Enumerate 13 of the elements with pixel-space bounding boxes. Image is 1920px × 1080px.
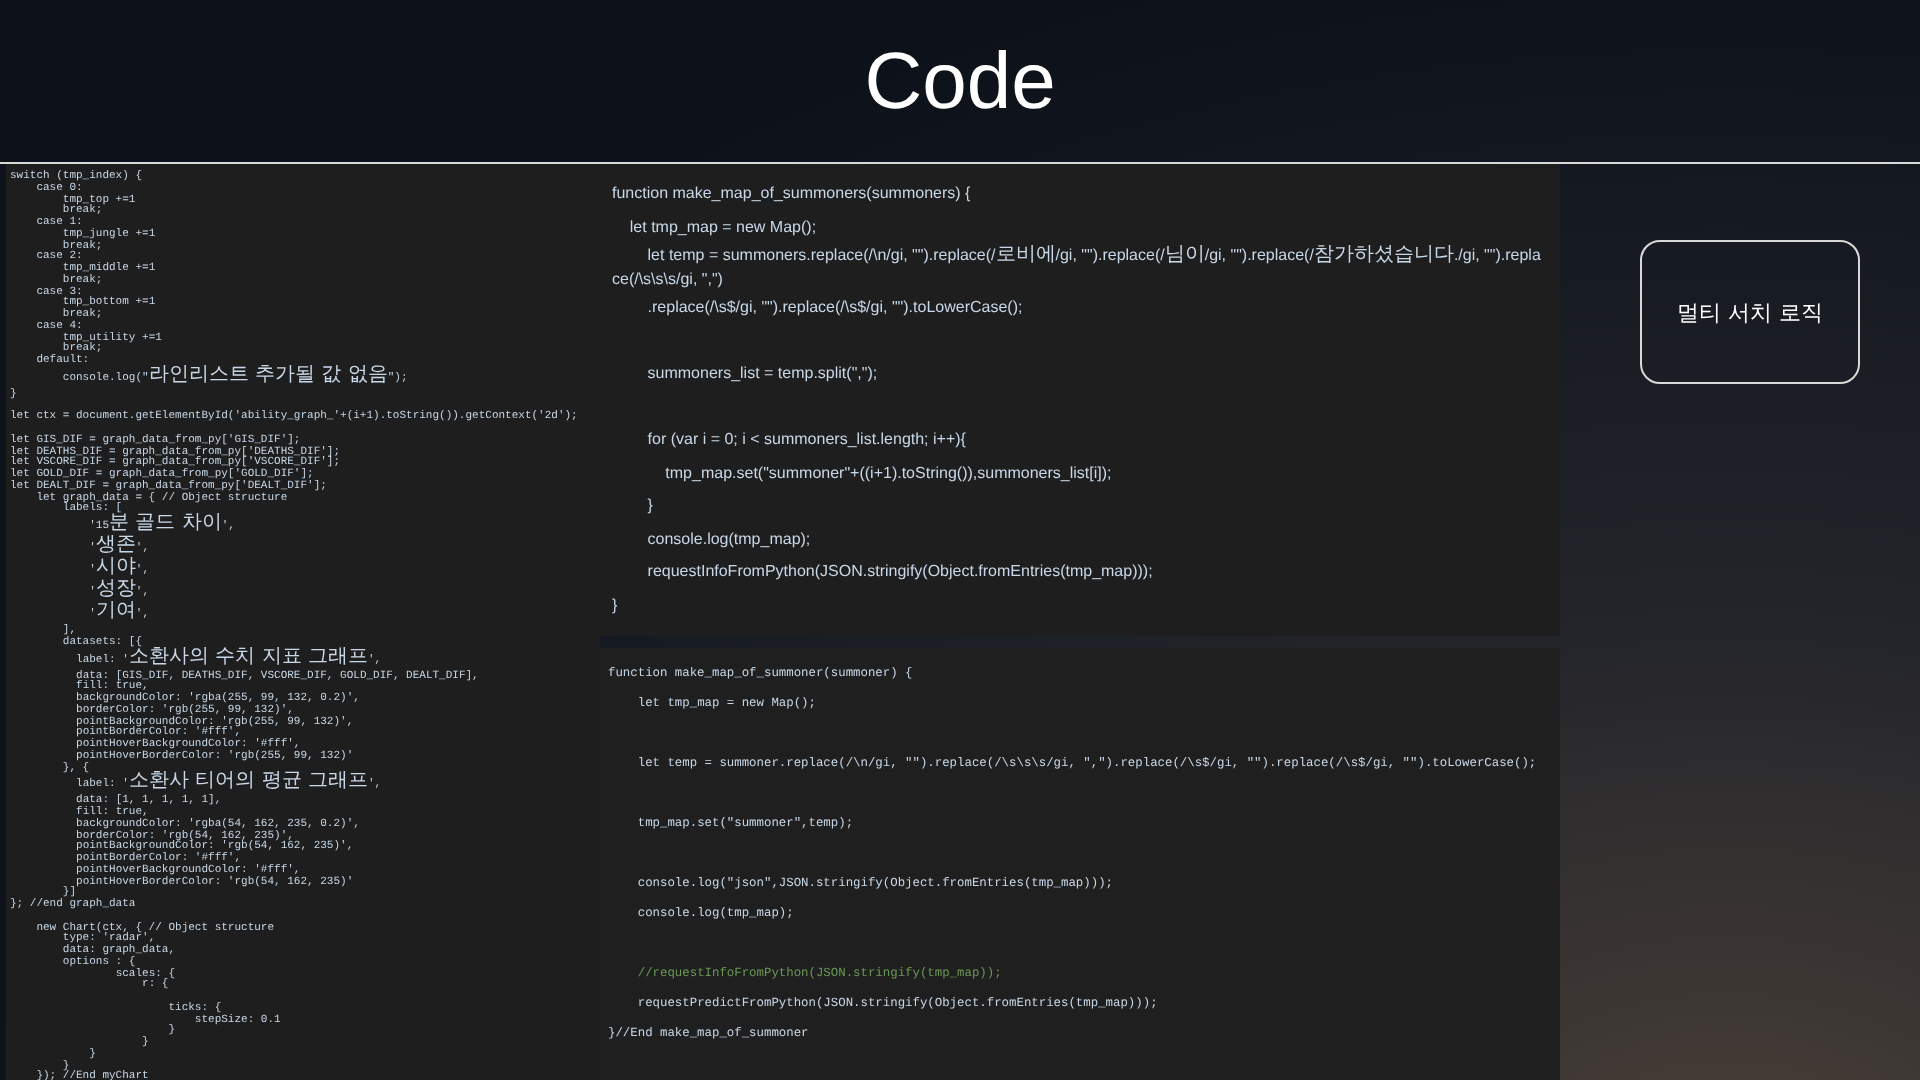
code-line: summoners_list = temp.split(","); xyxy=(645,362,880,386)
code-line: tmp_map.set("summoner"+((i+1).toString()),summoners_list[i]); xyxy=(663,461,1114,486)
slide-title: Code xyxy=(864,35,1056,127)
code-line: let temp = summoners.replace(/\n/gi, "").replace(/로비에/gi, "").replace(/님이/gi, "").replace(/참가하셨습니다./gi, "").replace(/\s\s\s/gi, ",") xyxy=(612,244,1543,292)
code-line: } xyxy=(645,494,655,518)
code-line: function make_map_of_summoners(summoners) { xyxy=(612,182,973,206)
code-line: let tmp_map = new Map(); xyxy=(627,215,819,240)
code-line: .replace(/\s$/gi, "").replace(/\s$/gi, "").toLowerCase(); xyxy=(645,296,1025,320)
code-line: console.log(tmp_map); xyxy=(645,527,813,552)
code-line: for (var i = 0; i < summoners_list.length; i++){ xyxy=(645,428,968,452)
code-line: } xyxy=(612,593,620,618)
label-box: 멀티 서치 로직 xyxy=(1640,240,1860,384)
code-line: requestInfoFromPython(JSON.stringify(Object.fromEntries(tmp_map))); xyxy=(645,560,1155,584)
